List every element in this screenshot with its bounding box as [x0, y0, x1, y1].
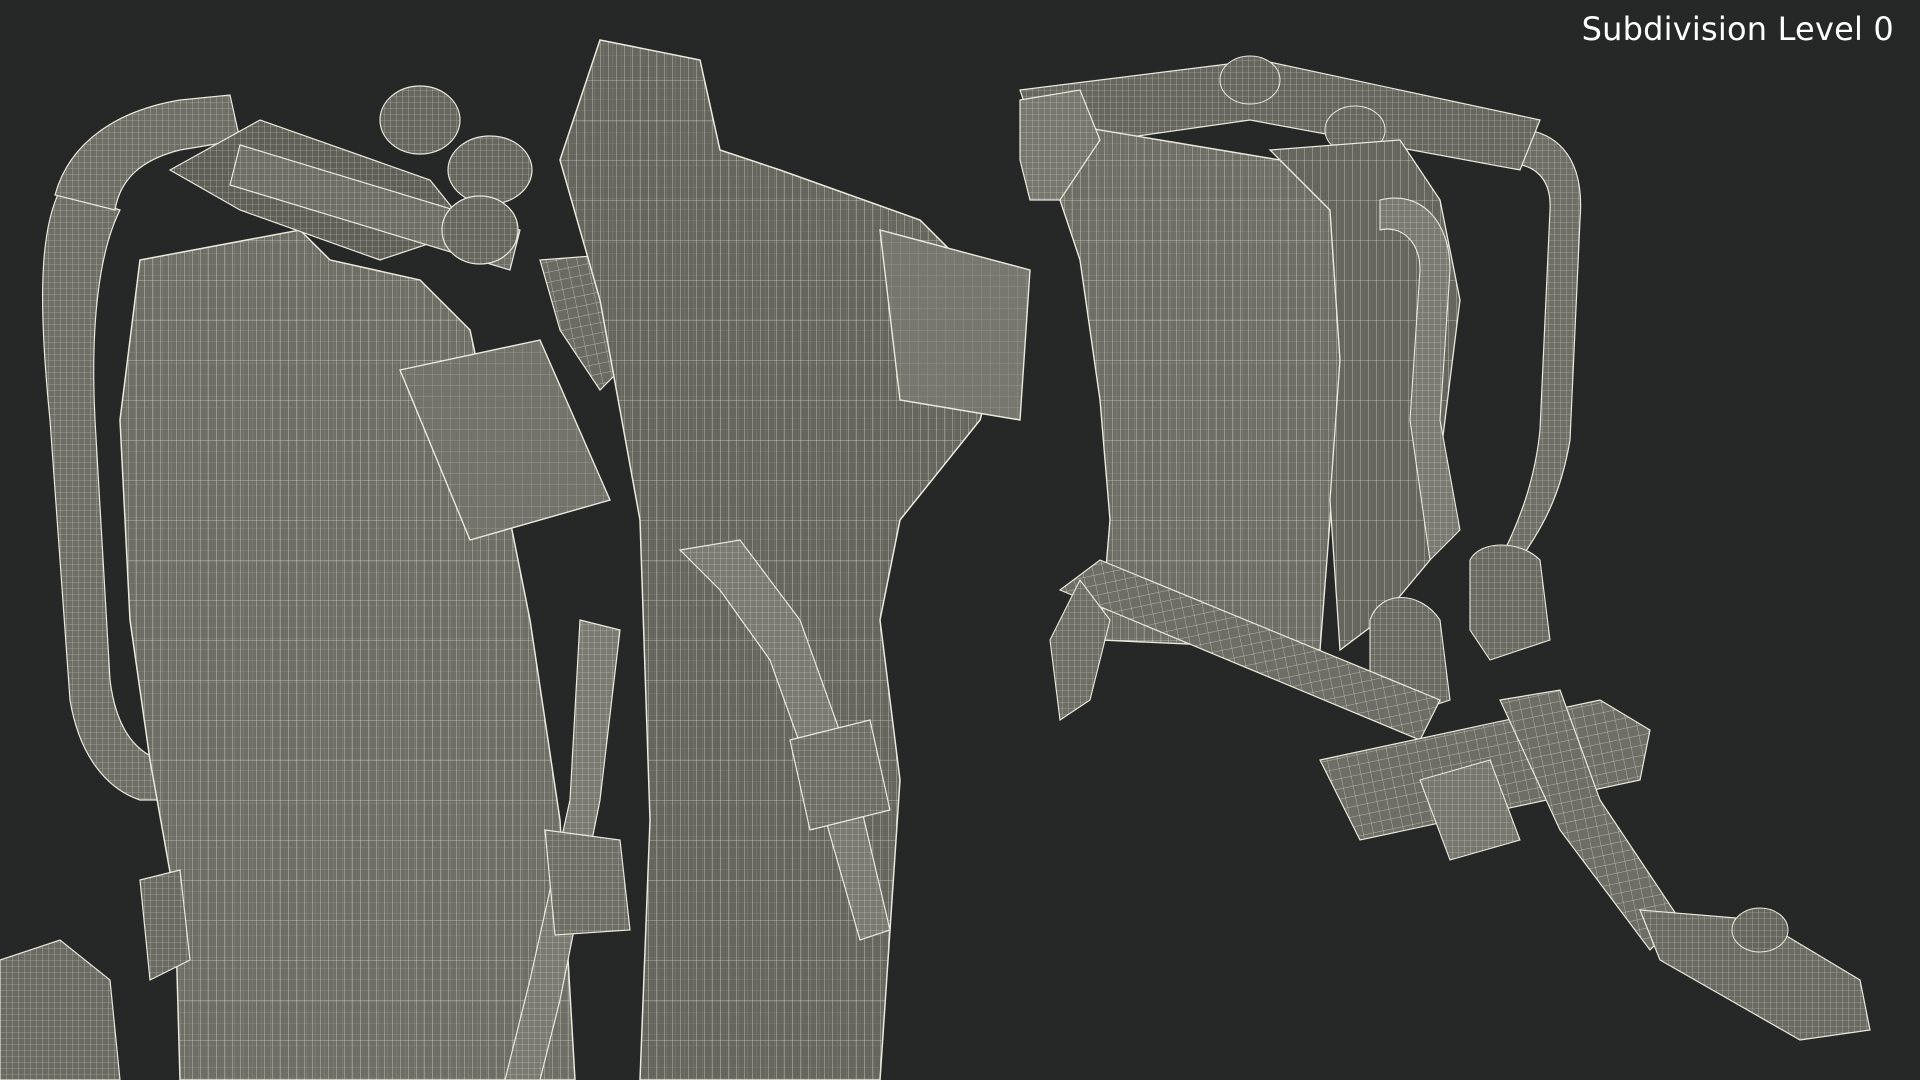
wireframe-render [0, 39, 1871, 1080]
subdivision-level-label: Subdivision Level 0 [1581, 10, 1894, 48]
exoskeleton-backpack-closeup [0, 39, 1031, 1080]
exoskeleton-backpack-full [1019, 55, 1871, 1041]
viewport: Subdivision Level 0 [0, 0, 1920, 1080]
